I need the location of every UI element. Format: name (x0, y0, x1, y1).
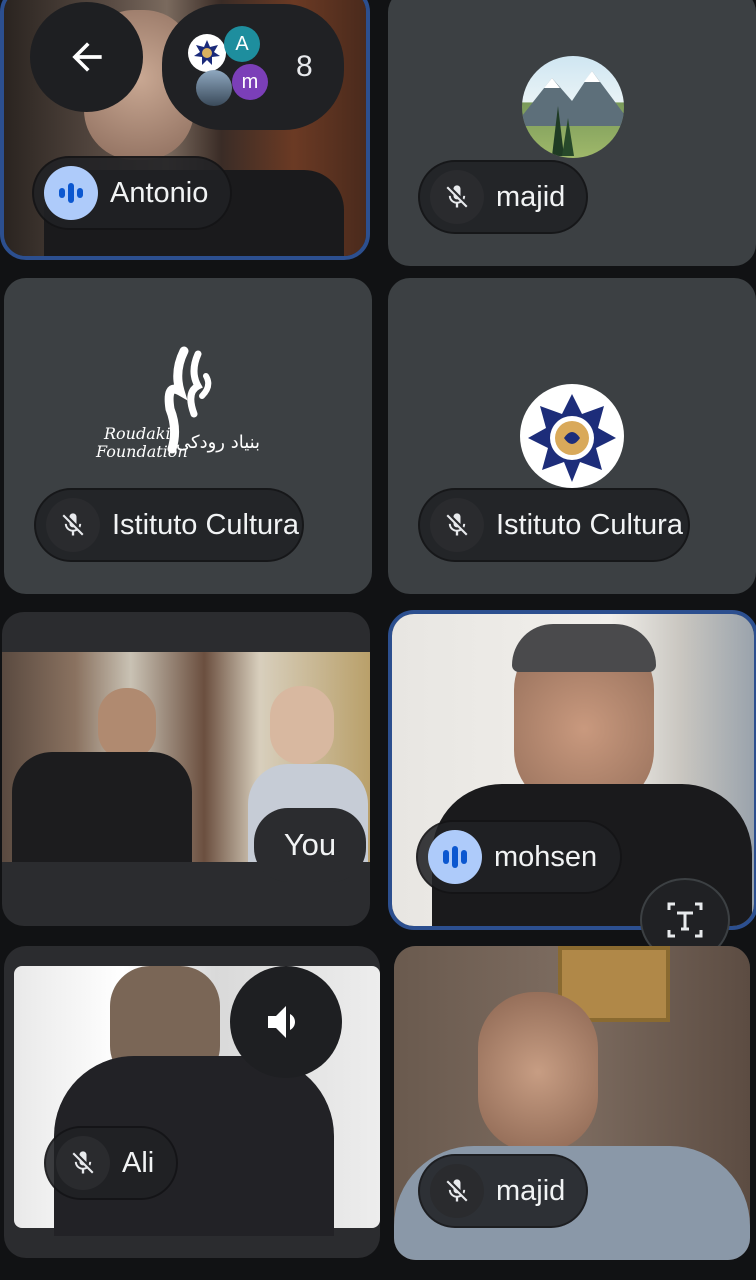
speaking-indicator-icon (428, 830, 482, 884)
volume-icon (268, 1006, 295, 1038)
logo-latin-2: Foundation (96, 442, 188, 461)
participants-button[interactable]: A m 8 (162, 4, 344, 130)
name-chip: mohsen (416, 820, 622, 894)
participant-tile-majid-video[interactable]: majid (394, 946, 750, 1260)
participant-tile-mohsen[interactable]: mohsen (388, 610, 756, 930)
institute-emblem-icon (520, 384, 624, 488)
participant-name: Antonio (110, 176, 209, 209)
participant-name: mohsen (494, 840, 598, 873)
participant-count: 8 (296, 50, 313, 83)
name-chip: Ali (44, 1126, 178, 1200)
participant-name: Istituto Cultura (112, 508, 299, 541)
participant-tile-istituto-1[interactable]: Roudaki Foundation بنیاد رودکی Istituto … (4, 278, 372, 594)
participant-name: Istituto Cultura (496, 508, 683, 541)
participant-name: Ali (122, 1146, 155, 1179)
participant-name: majid (496, 1174, 566, 1207)
self-label: You (283, 827, 337, 862)
arrow-left-icon (71, 42, 102, 72)
participant-tile-majid[interactable]: majid (388, 0, 756, 266)
emblem-icon (188, 34, 226, 72)
participant-tile-istituto-2[interactable]: Istituto Cultura (388, 278, 756, 594)
logo-latin-1: Roudaki (104, 424, 171, 443)
name-chip: Antonio (32, 156, 232, 230)
self-label-chip: You (254, 808, 366, 882)
participant-name: majid (496, 180, 566, 213)
mini-avatar-a: A (224, 26, 260, 62)
back-button[interactable] (30, 2, 143, 112)
logo-persian: بنیاد رودکی (176, 432, 261, 453)
mic-off-icon (430, 498, 484, 552)
photo-avatar-icon (196, 70, 232, 106)
participant-tile-you[interactable]: You (2, 612, 370, 926)
name-chip: majid (418, 160, 588, 234)
mini-avatar-m: m (232, 64, 268, 100)
speaker-button[interactable] (230, 966, 342, 1078)
mic-off-icon (46, 498, 100, 552)
speaking-indicator-icon (44, 166, 98, 220)
mic-off-icon (430, 170, 484, 224)
name-chip: Istituto Cultura (34, 488, 304, 562)
mountain-landscape-avatar (522, 56, 624, 158)
name-chip: Istituto Cultura (418, 488, 690, 562)
text-select-icon (667, 902, 703, 938)
name-chip: majid (418, 1154, 588, 1228)
roudaki-foundation-logo: Roudaki Foundation بنیاد رودکی (94, 346, 274, 466)
mic-off-icon (430, 1164, 484, 1218)
mic-off-icon (56, 1136, 110, 1190)
